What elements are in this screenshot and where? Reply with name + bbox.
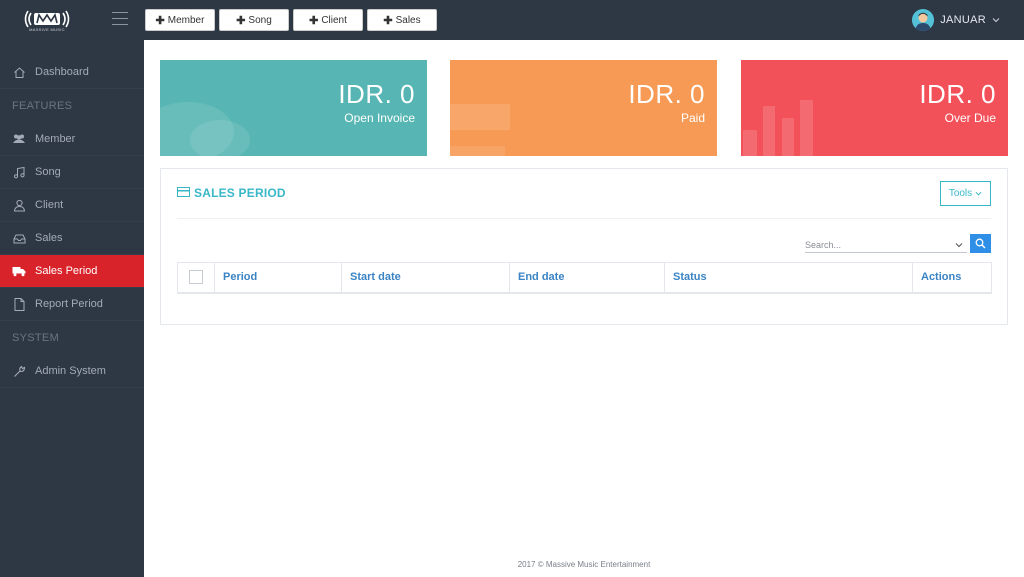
menu-toggle-icon[interactable] — [112, 12, 128, 26]
avatar — [912, 9, 935, 31]
sales-period-table: Period Start date End date Status Action… — [177, 262, 992, 294]
search-input[interactable] — [805, 239, 955, 250]
plus-icon: ✚ — [155, 14, 165, 27]
select-all-cell — [177, 262, 215, 294]
sidebar-item-label: Admin System — [35, 365, 106, 377]
user-menu[interactable]: JANUAR — [912, 9, 1000, 31]
search-field — [805, 237, 967, 253]
sidebar-item-song[interactable]: Song — [0, 156, 144, 189]
sidebar-item-label: Report Period — [35, 298, 103, 310]
chevron-down-icon — [992, 18, 1000, 23]
plus-icon: ✚ — [309, 14, 319, 27]
sidebar-item-label: Sales Period — [35, 265, 98, 277]
sidebar-item-sales-period[interactable]: Sales Period — [0, 255, 144, 288]
search-icon — [975, 238, 986, 249]
column-header-end-date[interactable]: End date — [509, 262, 665, 294]
stat-card-paid[interactable]: IDR. 0 Paid — [450, 60, 717, 156]
search-button[interactable] — [970, 234, 991, 253]
sidebar-section-features: FEATURES — [12, 100, 73, 112]
sidebar: Dashboard FEATURES Member Song Client Sa… — [0, 40, 144, 577]
avatar-person-icon — [912, 9, 935, 31]
select-all-checkbox[interactable] — [189, 270, 203, 285]
column-header-start-date[interactable]: Start date — [341, 262, 510, 294]
wrench-icon — [12, 364, 26, 378]
add-sales-button[interactable]: ✚ Sales — [367, 9, 437, 31]
sidebar-item-label: Client — [35, 199, 64, 211]
home-icon — [12, 65, 26, 79]
stat-label: Open Invoice — [344, 111, 415, 125]
stat-amount: IDR. 0 — [628, 79, 705, 109]
stat-amount: IDR. 0 — [338, 79, 415, 109]
main-content: IDR. 0 Open Invoice IDR. 0 Paid IDR. 0 O… — [144, 40, 1024, 577]
quick-add-toolbar: ✚ Member ✚ Song ✚ Client ✚ Sales — [145, 9, 437, 31]
credit-card-icon — [177, 186, 190, 200]
sidebar-item-admin-system[interactable]: Admin System — [0, 355, 144, 388]
sidebar-section-system: SYSTEM — [12, 332, 60, 344]
brand-logo[interactable]: MASSIVE MUSIC — [22, 7, 72, 33]
stat-card-open-invoice[interactable]: IDR. 0 Open Invoice — [160, 60, 427, 156]
chevron-down-icon — [975, 191, 982, 196]
stat-label: Paid — [680, 111, 705, 125]
stat-amount: IDR. 0 — [919, 79, 996, 109]
sidebar-item-dashboard[interactable]: Dashboard — [0, 56, 144, 89]
sidebar-item-label: Sales — [35, 232, 63, 244]
users-icon — [12, 132, 26, 146]
column-header-period[interactable]: Period — [214, 262, 342, 294]
add-member-button[interactable]: ✚ Member — [145, 9, 215, 31]
divider — [177, 218, 991, 219]
tools-dropdown-button[interactable]: Tools — [940, 181, 991, 206]
stat-card-over-due[interactable]: IDR. 0 Over Due — [741, 60, 1008, 156]
sidebar-item-label: Member — [35, 133, 76, 145]
sidebar-item-member[interactable]: Member — [0, 123, 144, 156]
plus-icon: ✚ — [236, 14, 246, 27]
sidebar-item-label: Song — [35, 166, 61, 178]
sales-period-panel: SALES PERIOD Tools Period Start date End… — [160, 168, 1008, 325]
inbox-icon — [12, 231, 26, 245]
add-song-button[interactable]: ✚ Song — [219, 9, 289, 31]
stat-label: Over Due — [944, 111, 996, 125]
top-bar: MASSIVE MUSIC ✚ Member ✚ Song ✚ Client ✚ Sal… — [0, 0, 1024, 40]
sidebar-item-sales[interactable]: Sales — [0, 222, 144, 255]
brand-text: MASSIVE MUSIC — [29, 27, 65, 32]
table-header-row: Period Start date End date Status Action… — [177, 262, 992, 294]
add-client-button[interactable]: ✚ Client — [293, 9, 363, 31]
column-header-actions: Actions — [912, 262, 992, 294]
column-header-status[interactable]: Status — [664, 262, 913, 294]
chevron-down-icon[interactable] — [955, 241, 963, 249]
music-note-icon — [12, 165, 26, 179]
user-icon — [12, 198, 26, 212]
user-name: JANUAR — [940, 14, 986, 26]
panel-title: SALES PERIOD — [177, 186, 286, 200]
document-icon — [12, 297, 26, 311]
sidebar-item-label: Dashboard — [35, 66, 89, 78]
plus-icon: ✚ — [383, 14, 393, 27]
sidebar-item-report-period[interactable]: Report Period — [0, 288, 144, 321]
sidebar-item-client[interactable]: Client — [0, 189, 144, 222]
truck-icon — [12, 264, 26, 278]
footer: 2017 © Massive Music Entertainment — [517, 560, 651, 569]
